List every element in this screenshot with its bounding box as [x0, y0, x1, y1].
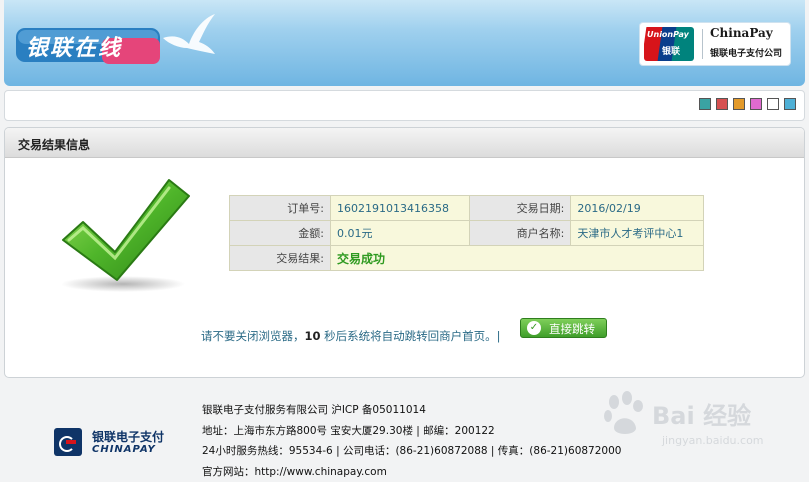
paw-icon: [600, 388, 650, 438]
footer-info: 银联电子支付服务有限公司 沪ICP 备05011014 地址：上海市东方路800…: [202, 400, 621, 482]
footer-address: 地址：上海市东方路800号 宝安大厦29.30楼 | 邮编：200122: [202, 421, 621, 442]
table-row: 交易结果: 交易成功: [230, 246, 704, 271]
field-value: 2016/02/19: [571, 196, 704, 221]
unionpay-online-logo[interactable]: 银联在线: [16, 24, 166, 72]
chinapay-en: ChinaPay: [710, 26, 773, 40]
success-check-icon: [57, 176, 197, 296]
unionpay-badge: UnionPay 银联: [644, 27, 694, 61]
panel-title: 交易结果信息: [18, 136, 90, 153]
redirect-notice: 请不要关闭浏览器，10 秒后系统将自动跳转回商户首页。|: [201, 328, 501, 344]
result-label: 交易结果:: [230, 246, 331, 271]
result-value: 交易成功: [331, 246, 704, 271]
brand-logo-text: 银联在线: [26, 30, 122, 62]
jump-button-label: 直接跳转: [549, 322, 595, 336]
footer-logo-cn: 银联电子支付: [92, 428, 164, 445]
dove-icon: [159, 8, 219, 58]
table-row: 订单号:1602191013416358交易日期:2016/02/19: [230, 196, 704, 221]
field-label: 订单号:: [230, 196, 331, 221]
table-row: 金额:0.01元商户名称:天津市人才考评中心1: [230, 221, 704, 246]
theme-swatch[interactable]: [733, 98, 745, 110]
field-value: 天津市人才考评中心1: [571, 221, 704, 246]
watermark-sub: jingyan.baidu.com: [662, 434, 764, 447]
theme-swatch[interactable]: [784, 98, 796, 110]
theme-swatch[interactable]: [750, 98, 762, 110]
footer-company: 银联电子支付服务有限公司 沪ICP 备05011014: [202, 400, 621, 421]
theme-swatch[interactable]: [699, 98, 711, 110]
field-value: 1602191013416358: [331, 196, 470, 221]
watermark: Bai 经验 jingyan.baidu.com: [600, 388, 650, 442]
result-table: 订单号:1602191013416358交易日期:2016/02/19金额:0.…: [229, 195, 704, 271]
chinapay-logo[interactable]: UnionPay 银联 ChinaPay 银联电子支付公司: [639, 22, 791, 66]
footer-contact: 24小时服务热线：95534-6 | 公司电话：(86-21)60872088 …: [202, 441, 621, 462]
logo-divider: [702, 29, 703, 59]
countdown-seconds: 10: [305, 329, 321, 343]
field-label: 交易日期:: [470, 196, 571, 221]
theme-swatch[interactable]: [767, 98, 779, 110]
watermark-text: Bai 经验: [652, 396, 751, 431]
transaction-result-panel: 交易结果信息 订单号:1602191013416358交易日期:2016/02/…: [4, 127, 805, 378]
footer-logo-en: CHINAPAY: [92, 444, 156, 455]
check-circle-icon: ✓: [527, 321, 541, 335]
site-header: 银联在线 UnionPay 银联 ChinaPay 银联电子支付公司: [4, 0, 805, 86]
chinapay-mark-icon: [54, 428, 82, 456]
direct-jump-button[interactable]: ✓ 直接跳转: [520, 318, 607, 338]
chinapay-cn: 银联电子支付公司: [710, 46, 782, 59]
theme-swatch[interactable]: [716, 98, 728, 110]
panel-header: 交易结果信息: [5, 128, 804, 158]
theme-swatches: [699, 98, 796, 110]
field-label: 金额:: [230, 221, 331, 246]
field-value: 0.01元: [331, 221, 470, 246]
theme-bar: [4, 90, 805, 121]
field-label: 商户名称:: [470, 221, 571, 246]
